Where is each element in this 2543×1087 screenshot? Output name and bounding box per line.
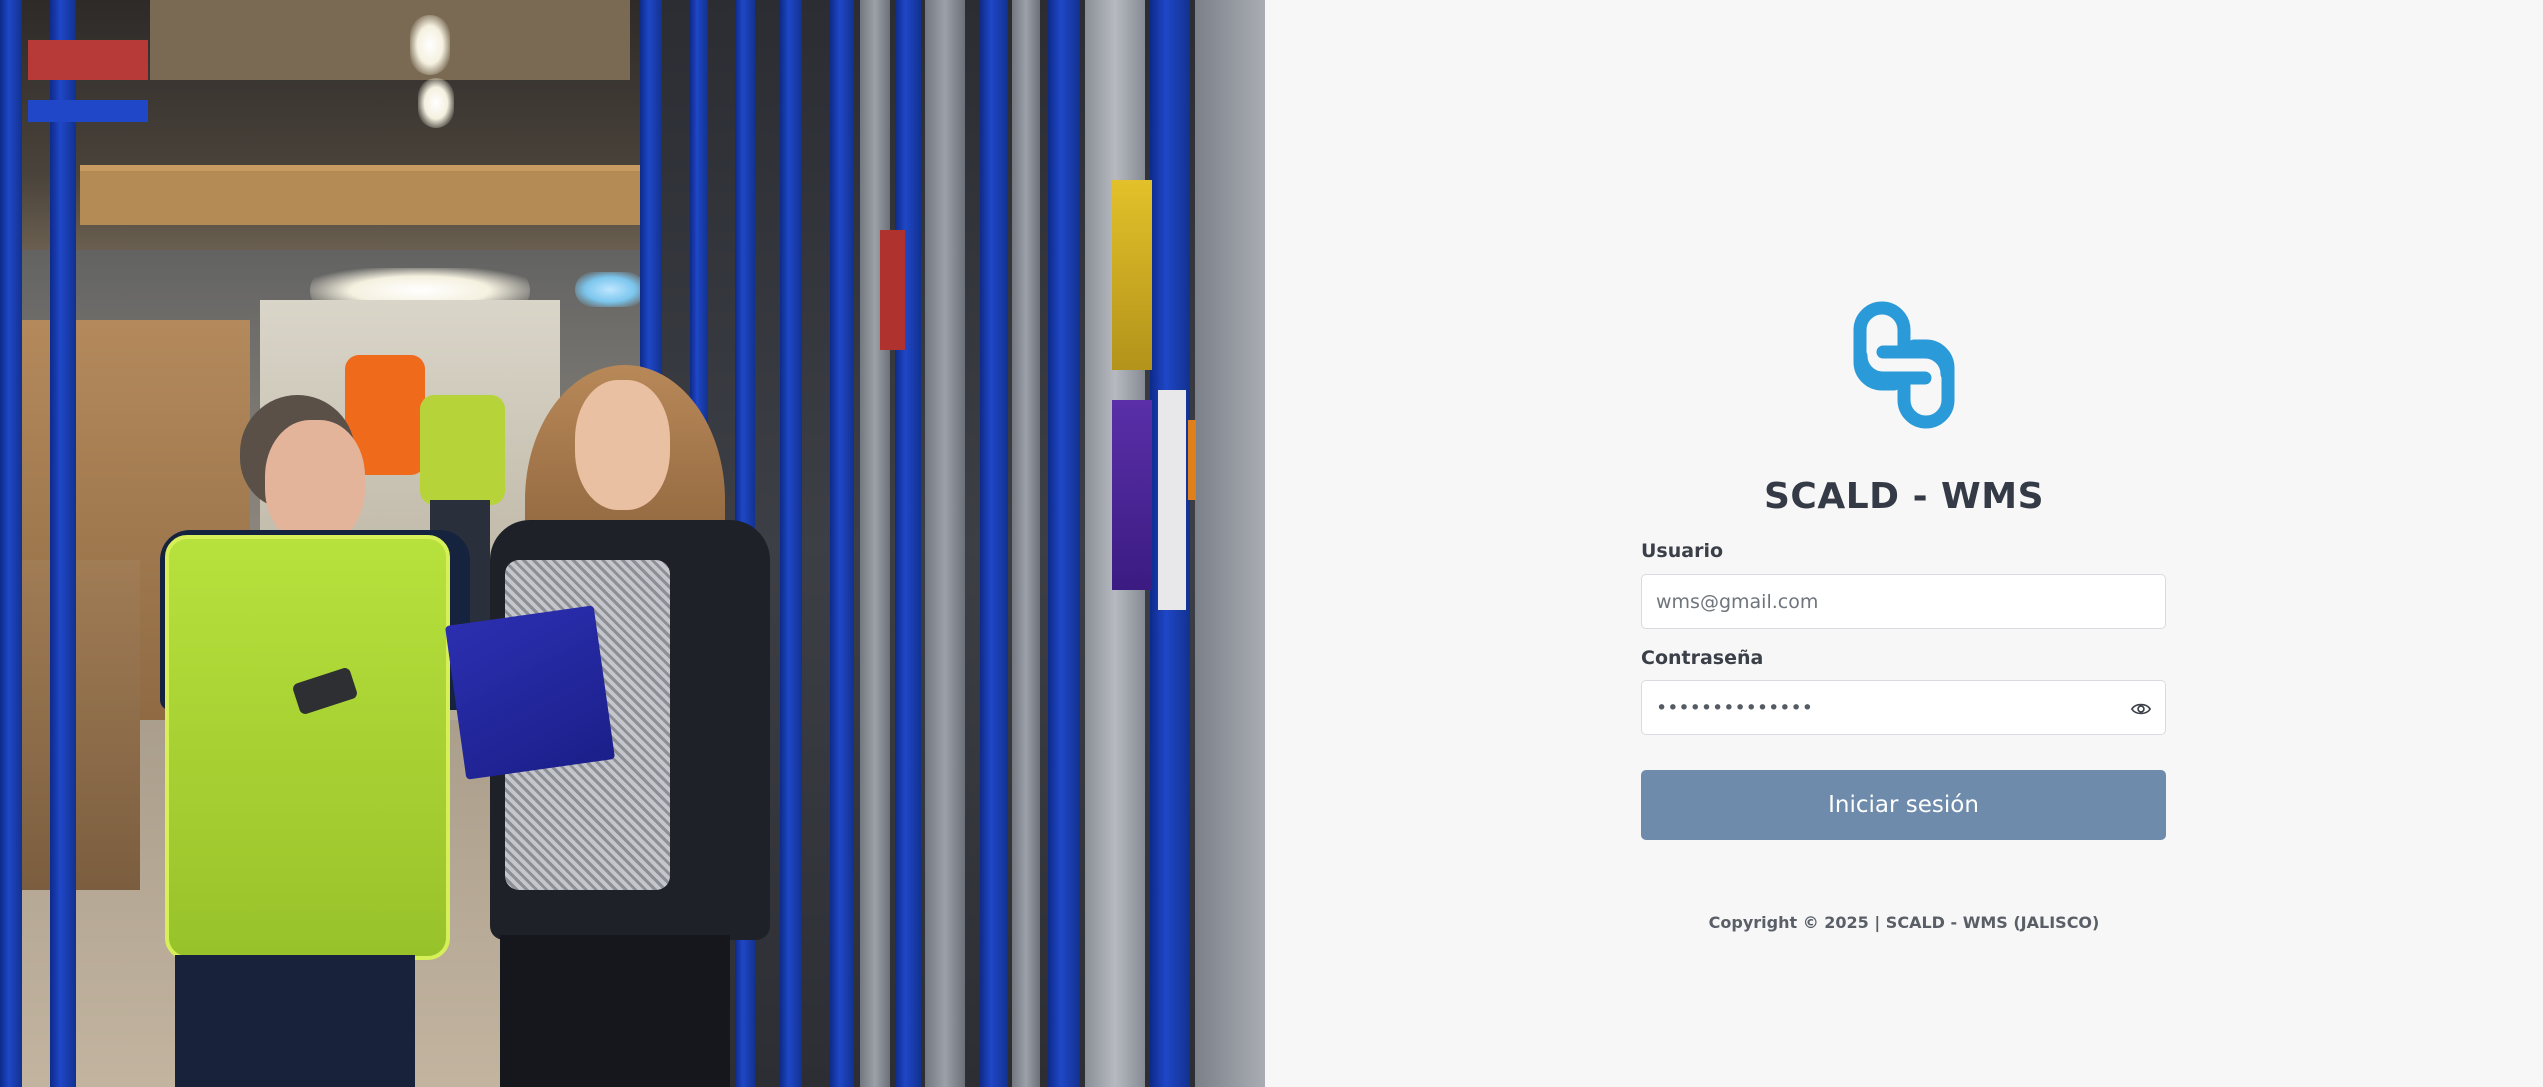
product-box-purple — [1112, 400, 1152, 590]
black-trousers — [500, 935, 730, 1087]
product-box-red — [880, 230, 905, 350]
login-panel: SCALD - WMS Usuario Contraseña Iniciar s… — [1265, 0, 2543, 1087]
scald-logo-icon — [1853, 301, 1955, 429]
password-label: Contraseña — [1641, 647, 1764, 669]
pallet-rack-top — [150, 0, 630, 80]
exit-sign-light — [575, 272, 645, 307]
rack-panel — [860, 0, 890, 1087]
app-title: SCALD - WMS — [1764, 476, 2044, 517]
rack-upright — [830, 0, 854, 1087]
clipboard-sheet — [1158, 390, 1186, 610]
copyright-text: Copyright © 2025 | SCALD - WMS (JALISCO) — [1708, 913, 2100, 932]
rack-upright — [780, 0, 802, 1087]
rack-upright — [1048, 0, 1080, 1087]
password-input[interactable] — [1642, 681, 2165, 734]
rack-panel — [1012, 0, 1040, 1087]
rack-upright — [50, 0, 76, 1087]
person-face — [575, 380, 670, 510]
warehouse-photo — [0, 0, 1265, 1087]
eye-icon[interactable] — [2130, 699, 2152, 719]
username-label: Usuario — [1641, 540, 1724, 562]
person-face — [265, 420, 365, 545]
rack-panel — [1195, 0, 1265, 1087]
blue-clipboard — [444, 605, 616, 780]
worker-yellow-vest — [420, 395, 505, 505]
ceiling-light — [410, 15, 450, 75]
rack-beam — [28, 100, 148, 122]
username-field-container — [1641, 574, 2166, 629]
password-field-container — [1641, 680, 2166, 735]
username-input[interactable] — [1642, 575, 2165, 628]
rack-beam-red — [28, 40, 148, 80]
ceiling-light — [418, 78, 454, 128]
rack-upright — [980, 0, 1008, 1087]
marker — [1188, 420, 1196, 500]
login-button[interactable]: Iniciar sesión — [1641, 770, 2166, 840]
hi-vis-vest — [165, 535, 450, 960]
rack-upright — [0, 0, 22, 1087]
navy-trousers — [175, 955, 415, 1087]
product-box-yellow — [1112, 180, 1152, 370]
pallet-rack — [80, 165, 640, 225]
rack-panel — [925, 0, 965, 1087]
rack-upright — [895, 0, 921, 1087]
